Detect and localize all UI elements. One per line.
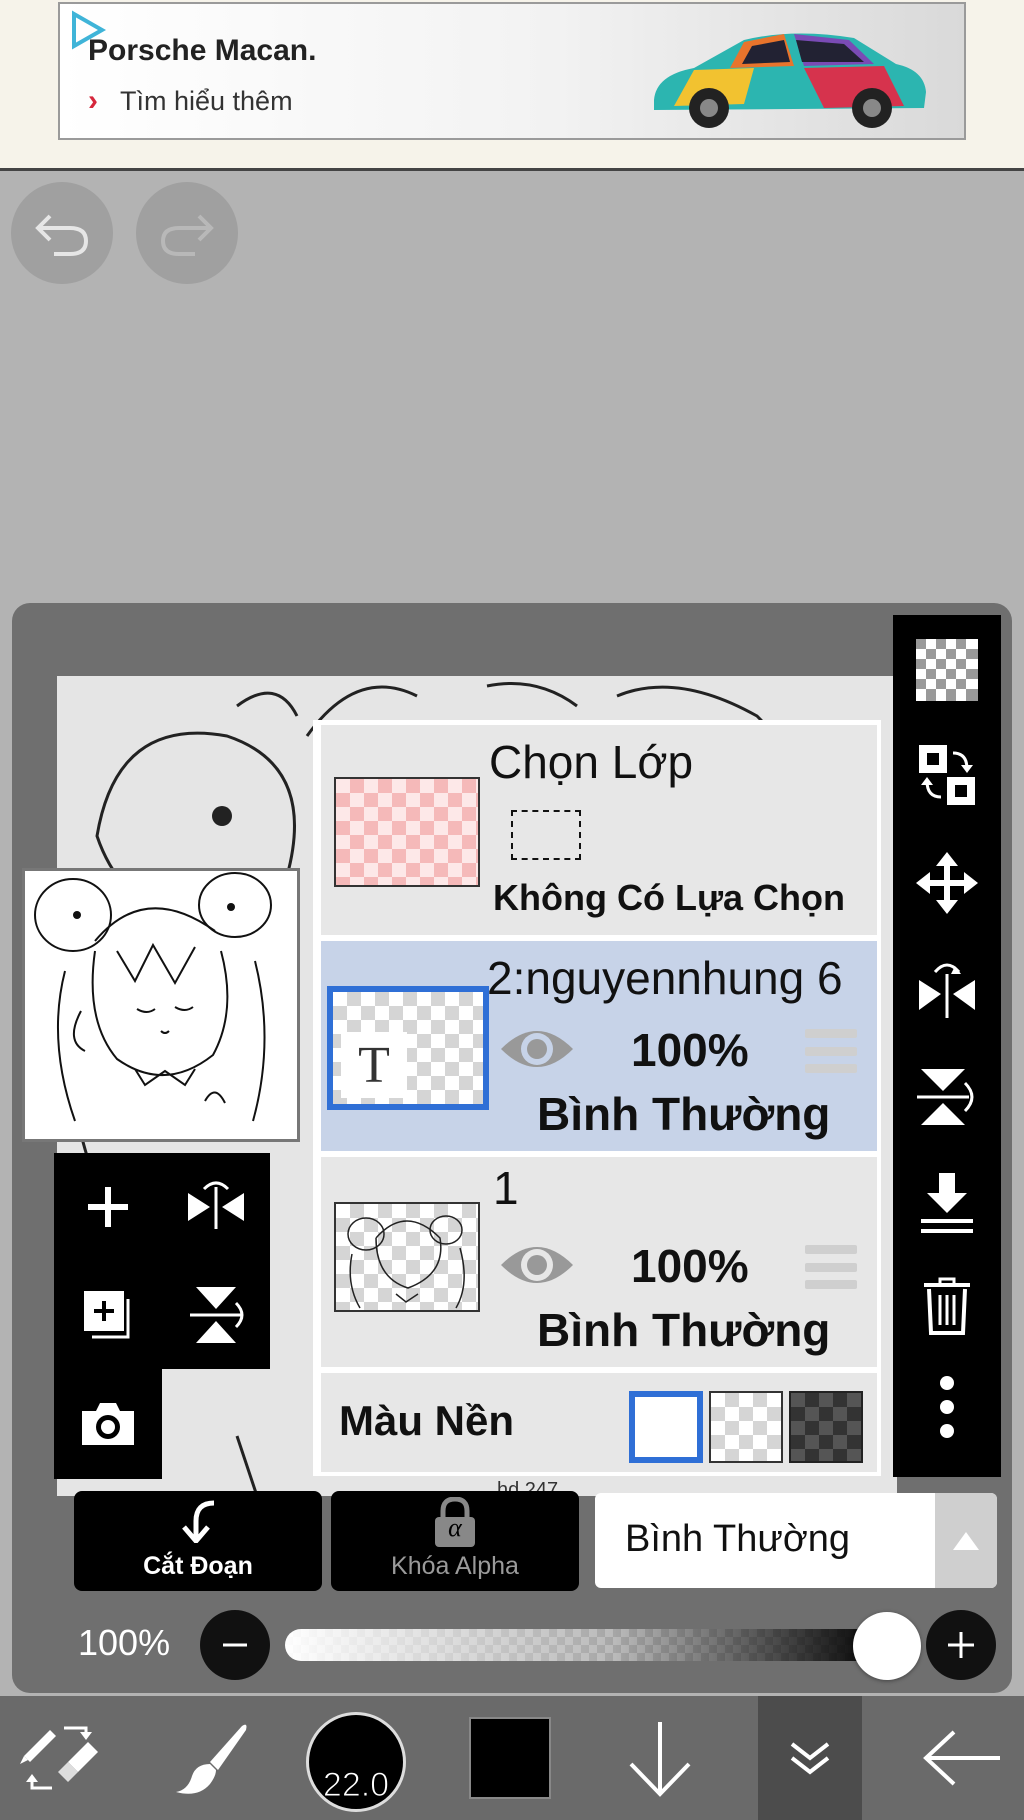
layer-down-button[interactable]	[610, 1696, 710, 1820]
background-label: Màu Nền	[339, 1397, 515, 1444]
alpha-lock-button[interactable]: α Khóa Alpha	[331, 1491, 579, 1591]
more-options-button[interactable]	[893, 1357, 1001, 1457]
swap-layers-button[interactable]	[893, 725, 1001, 825]
selection-marquee-icon	[511, 810, 581, 860]
bottom-toolbar: 22.0	[0, 1696, 1024, 1820]
layer-tools	[54, 1153, 270, 1480]
flip-horizontal-button[interactable]	[162, 1153, 270, 1261]
background-transparent-swatch[interactable]	[709, 1391, 783, 1463]
flip-vertical-tool-button[interactable]	[893, 1047, 1001, 1147]
flip-horizontal-icon	[919, 963, 975, 1018]
brush-icon	[176, 1724, 247, 1794]
background-white-swatch[interactable]	[629, 1391, 703, 1463]
transparency-button[interactable]	[893, 620, 1001, 720]
layer-thumbnail	[334, 1202, 480, 1312]
back-button[interactable]	[900, 1696, 1024, 1820]
merge-down-icon	[921, 1173, 973, 1233]
layer-name: 2:nguyennhung 6	[487, 952, 843, 1004]
layer-list: Chọn Lớp Không Có Lựa Chọn T 2:nguyennhu…	[313, 720, 881, 1476]
selection-layer-title: Chọn Lớp	[489, 736, 694, 788]
more-vertical-icon	[940, 1376, 954, 1438]
selection-thumbnail	[334, 777, 480, 887]
selection-status: Không Có Lựa Chọn	[493, 877, 846, 918]
ad-link[interactable]: Tìm hiểu thêm	[120, 86, 293, 117]
eye-icon[interactable]	[499, 1023, 575, 1075]
arrow-down-icon	[629, 1722, 691, 1797]
layer-blend-mode: Bình Thường	[537, 1304, 831, 1356]
camera-button[interactable]	[54, 1369, 162, 1479]
clipping-label: Cắt Đoạn	[143, 1552, 253, 1580]
move-button[interactable]	[893, 833, 1001, 933]
checkerboard-icon	[916, 639, 978, 701]
layer-name: 1	[493, 1162, 519, 1214]
double-chevron-down-icon	[790, 1742, 830, 1775]
opacity-value: 100%	[78, 1622, 171, 1663]
merge-down-button[interactable]	[893, 1153, 1001, 1253]
alpha-symbol: α	[448, 1513, 462, 1542]
swap-icon	[919, 745, 975, 805]
selection-layer-row[interactable]: Chọn Lớp Không Có Lựa Chọn	[321, 725, 877, 935]
layers-panel-button[interactable]	[758, 1696, 862, 1820]
chevron-right-icon: ›	[88, 84, 98, 117]
tool-switch-button[interactable]	[0, 1696, 120, 1820]
background-dark-swatch[interactable]	[789, 1391, 863, 1463]
duplicate-layer-button[interactable]	[54, 1261, 162, 1369]
opacity-decrease-button[interactable]	[200, 1610, 270, 1680]
layer-opacity: 100%	[631, 1240, 749, 1292]
clipping-arrow-icon	[182, 1500, 215, 1543]
brush-size-button[interactable]: 22.0	[300, 1696, 412, 1820]
camera-icon	[82, 1403, 134, 1445]
drag-handle-icon[interactable]	[805, 1245, 857, 1289]
layer-thumbnail-drawing	[347, 1215, 465, 1309]
ad-banner[interactable]: Porsche Macan. › Tìm hiểu thêm	[58, 2, 966, 140]
flip-vertical-icon	[917, 1069, 974, 1125]
flip-vertical-icon	[190, 1287, 244, 1343]
car-image	[654, 33, 926, 128]
flip-vertical-button[interactable]	[162, 1261, 270, 1369]
alpha-lock-label: Khóa Alpha	[391, 1552, 519, 1580]
opacity-increase-button[interactable]	[926, 1610, 996, 1680]
reference-drawing	[34, 872, 272, 1122]
arrow-left-icon	[923, 1730, 1000, 1786]
undo-button[interactable]	[11, 182, 113, 284]
triangle-up-icon[interactable]	[935, 1493, 997, 1588]
delete-layer-button[interactable]	[893, 1255, 1001, 1355]
minus-icon	[223, 1643, 247, 1647]
reference-thumbnail[interactable]	[22, 868, 300, 1142]
flip-horizontal-icon	[188, 1181, 244, 1229]
background-color-row: Màu Nền	[321, 1373, 877, 1472]
flip-horizontal-tool-button[interactable]	[893, 940, 1001, 1040]
plus-icon	[948, 1632, 974, 1658]
clipping-button[interactable]: Cắt Đoạn	[74, 1491, 322, 1591]
add-layer-button[interactable]	[54, 1153, 162, 1261]
current-color-swatch	[469, 1717, 551, 1799]
layer-thumbnail: T	[327, 986, 489, 1110]
redo-icon	[160, 214, 214, 256]
blend-mode-value: Bình Thường	[625, 1518, 851, 1560]
drag-handle-icon[interactable]	[805, 1029, 857, 1073]
text-layer-icon: T	[341, 1032, 407, 1098]
duplicate-layer-icon	[84, 1291, 130, 1339]
plus-icon	[88, 1187, 128, 1227]
ad-bar: Porsche Macan. › Tìm hiểu thêm	[0, 0, 1024, 171]
color-button[interactable]	[455, 1696, 565, 1820]
undo-icon	[35, 214, 89, 256]
eye-icon[interactable]	[499, 1239, 575, 1291]
trash-icon	[924, 1277, 970, 1335]
layer-opacity: 100%	[631, 1024, 749, 1076]
right-toolbar	[893, 615, 1001, 1477]
redo-button[interactable]	[136, 182, 238, 284]
pen-eraser-swap-icon	[20, 1726, 98, 1790]
blend-mode-select[interactable]: Bình Thường	[595, 1493, 997, 1588]
opacity-slider[interactable]	[285, 1629, 885, 1661]
brush-tool-button[interactable]	[155, 1696, 265, 1820]
opacity-slider-thumb[interactable]	[853, 1612, 921, 1680]
layer-blend-mode: Bình Thường	[537, 1088, 831, 1140]
ad-title: Porsche Macan.	[88, 34, 317, 67]
brush-size-value: 22.0	[322, 1766, 390, 1805]
layer-row[interactable]: T 2:nguyennhung 6 100% Bình Thường	[321, 941, 877, 1151]
layer-row[interactable]: 1 100% Bình Thường	[321, 1157, 877, 1367]
move-icon	[916, 852, 978, 914]
